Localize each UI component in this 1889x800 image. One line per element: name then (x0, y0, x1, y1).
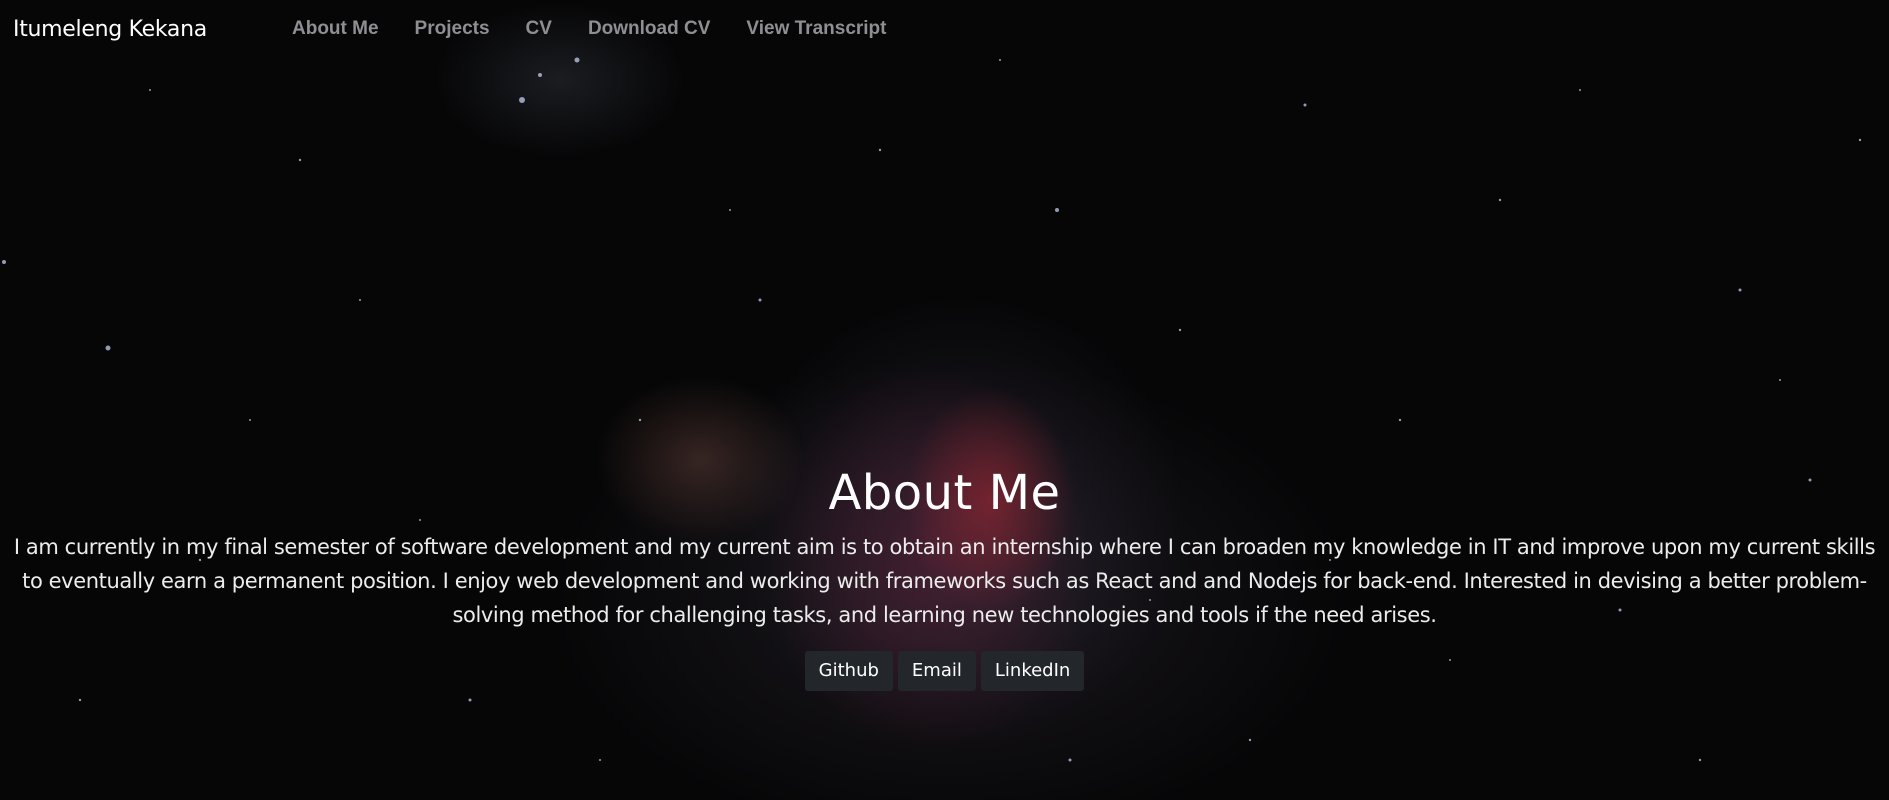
social-buttons: Github Email LinkedIn (0, 651, 1889, 691)
navbar: Itumeleng Kekana About Me Projects CV Do… (0, 0, 1889, 60)
nav-link-view-transcript[interactable]: View Transcript (746, 18, 886, 40)
email-button[interactable]: Email (897, 651, 976, 691)
nav-link-download-cv[interactable]: Download CV (588, 18, 710, 40)
about-me-description: I am currently in my final semester of s… (13, 535, 1876, 627)
nav-link-cv[interactable]: CV (526, 18, 552, 40)
page: Itumeleng Kekana About Me Projects CV Do… (0, 0, 1889, 800)
nav-link-projects[interactable]: Projects (415, 18, 490, 40)
github-button[interactable]: Github (804, 651, 893, 691)
about-me-section: About Me I am currently in my final seme… (0, 462, 1889, 691)
linkedin-button[interactable]: LinkedIn (980, 651, 1085, 691)
section-title: About Me (828, 465, 1061, 521)
nav-links: About Me Projects CV Download CV View Tr… (292, 18, 923, 40)
nav-link-about-me[interactable]: About Me (292, 18, 379, 40)
brand-link[interactable]: Itumeleng Kekana (13, 17, 207, 42)
